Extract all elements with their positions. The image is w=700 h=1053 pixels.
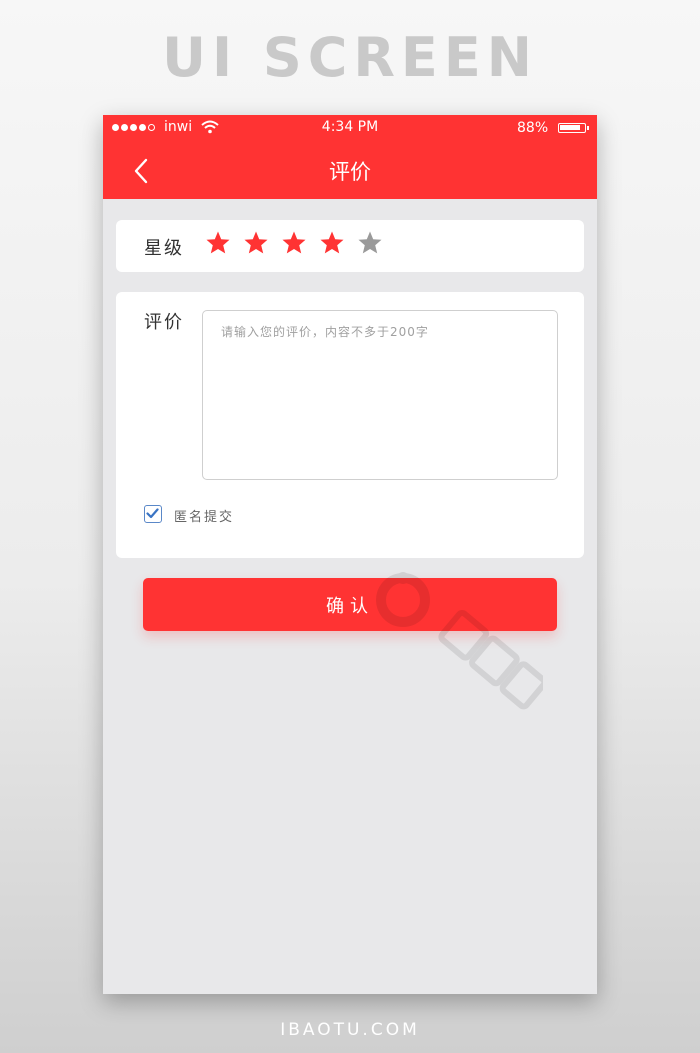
star-icon[interactable] xyxy=(281,230,307,256)
check-icon xyxy=(146,508,159,519)
star-icon[interactable] xyxy=(357,230,383,256)
rating-card: 星级 xyxy=(116,220,584,272)
review-card: 评价 匿名提交 xyxy=(116,292,584,558)
anonymous-label: 匿名提交 xyxy=(174,510,235,525)
battery-icon xyxy=(558,123,586,133)
star-icon[interactable] xyxy=(319,230,345,256)
star-icon[interactable] xyxy=(205,230,231,256)
page-title: 评价 xyxy=(329,160,371,184)
rating-label: 星级 xyxy=(144,238,184,259)
battery-level xyxy=(560,125,581,130)
battery-nub xyxy=(587,126,589,130)
phone-screen: inwi 4:34 PM 88% 评价 星级 评价 请输入您的评价，内容不多于2… xyxy=(103,115,597,994)
star-rating xyxy=(205,230,383,256)
anonymous-checkbox[interactable] xyxy=(144,505,162,523)
battery-percent: 88% xyxy=(517,120,549,136)
header-bar: inwi 4:34 PM 88% 评价 xyxy=(103,115,597,199)
review-textarea[interactable] xyxy=(202,310,558,480)
review-label: 评价 xyxy=(144,312,184,333)
confirm-button[interactable]: 确认 xyxy=(143,578,557,631)
banner-title: UI SCREEN xyxy=(162,26,538,89)
status-bar: inwi 4:34 PM 88% xyxy=(103,115,597,141)
star-icon[interactable] xyxy=(243,230,269,256)
footer-brand: IBAOTU.COM xyxy=(280,1020,420,1040)
